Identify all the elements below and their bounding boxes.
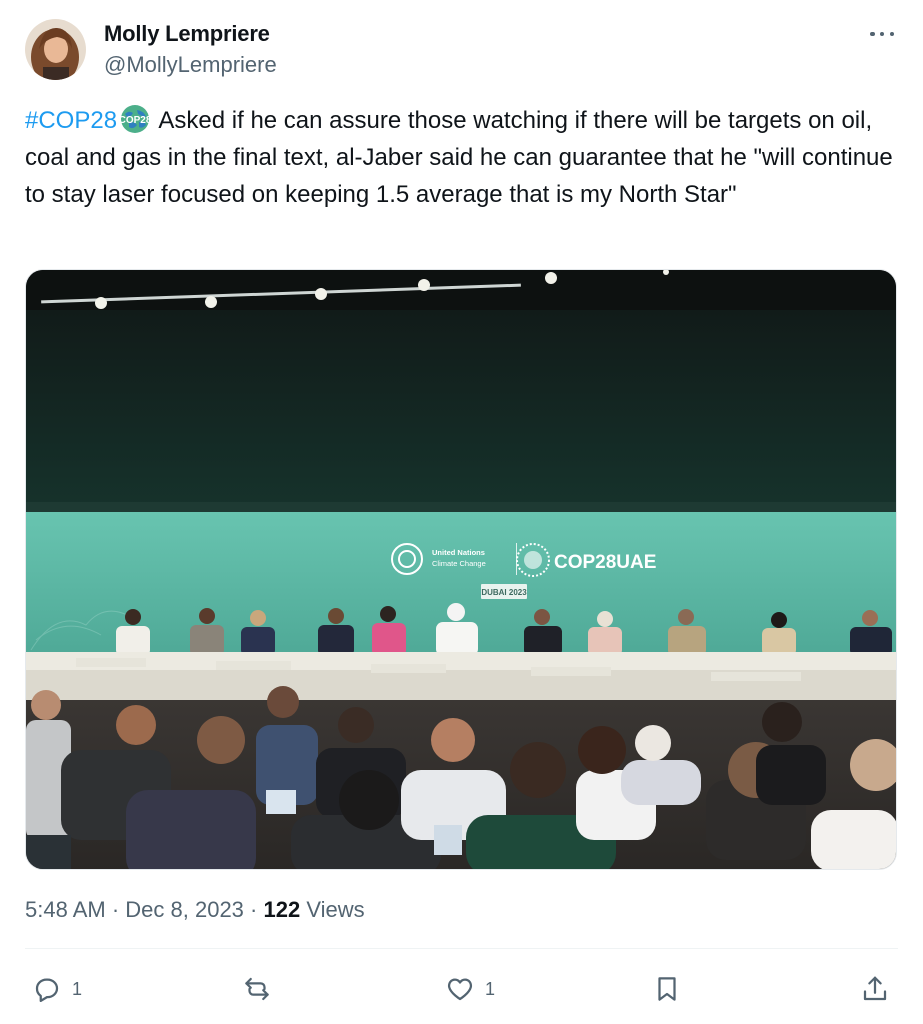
reply-count: 1 [72, 978, 83, 999]
author-name[interactable]: Molly Lempriere [104, 21, 270, 47]
svg-text:DUBAI 2023: DUBAI 2023 [481, 588, 527, 597]
tweet-body: Asked if he can assure those watching if… [25, 107, 893, 208]
hashtag-link[interactable]: #COP28 [25, 107, 117, 134]
share-icon [863, 976, 887, 1001]
divider [25, 948, 898, 949]
svg-text:COP28UAE: COP28UAE [554, 552, 656, 573]
bookmark-button[interactable] [652, 972, 682, 1006]
like-button[interactable]: 1 [445, 972, 495, 1006]
tweet-card: Molly Lempriere @MollyLempriere #COP28 CO… [0, 0, 923, 1024]
views-count: 122 [263, 897, 301, 922]
tweet-photo[interactable]: United Nations Climate Change COP28UAE D… [25, 269, 897, 870]
cop28-globe-icon: COP28 [119, 105, 151, 133]
tweet-date: Dec 8, 2023 [125, 897, 244, 922]
svg-text:COP28: COP28 [119, 115, 151, 126]
meta-separator-2: · [243, 897, 264, 922]
svg-text:Climate Change: Climate Change [432, 559, 486, 568]
like-icon [447, 978, 473, 1001]
share-button[interactable] [860, 972, 890, 1006]
svg-text:United Nations: United Nations [432, 548, 485, 557]
avatar[interactable] [25, 19, 86, 80]
retweet-button[interactable] [242, 972, 282, 1006]
tweet-text: #COP28 COP28 Asked if he can assure those… [25, 102, 900, 213]
views-label: Views [300, 897, 365, 922]
reply-button[interactable]: 1 [32, 972, 82, 1006]
tweet-timestamp[interactable]: 5:48 AM · Dec 8, 2023 · 122 Views [25, 897, 365, 923]
author-handle[interactable]: @MollyLempriere [104, 52, 277, 78]
like-count: 1 [485, 978, 496, 999]
bookmark-icon [658, 977, 676, 1001]
tweet-time: 5:48 AM [25, 897, 106, 922]
more-icon [870, 31, 875, 37]
retweet-icon [245, 977, 269, 1001]
meta-separator: · [105, 897, 126, 922]
more-options-button[interactable] [867, 22, 897, 46]
reply-icon [35, 978, 59, 1002]
